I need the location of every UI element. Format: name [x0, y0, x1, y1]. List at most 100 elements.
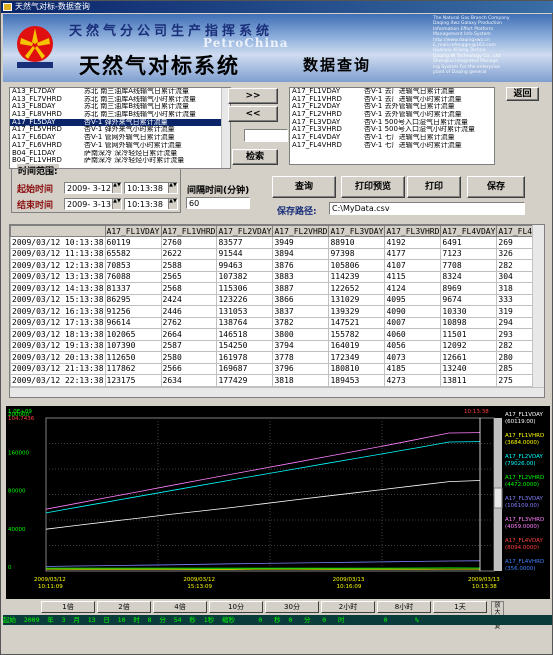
start-time-input[interactable]: 10:13:38 ▲▼ — [124, 182, 178, 194]
table-row[interactable]: 2009/03/13 00:13:38273627373881388443744… — [11, 398, 546, 399]
list-item[interactable]: A13_FL8DAY 苏北 南三油库B线输气日累计流量 — [10, 103, 230, 111]
table-cell: 2009/03/12 15:13:38 — [10, 293, 106, 306]
trend-chart[interactable]: 0 40000 80000 160000 200000 1.0E+09 104.7436 10… — [6, 406, 550, 599]
table-cell: 4090 — [384, 305, 442, 318]
table-cell: 164019 — [328, 339, 386, 352]
list-item[interactable]: A13_FL7VHRD 苏北 南三油库A线输气小时累计流量 — [10, 96, 230, 104]
column-header[interactable]: A17_FL4VDAY — [440, 225, 498, 237]
time-scale-button[interactable]: 4倍 — [153, 601, 207, 613]
table-row[interactable]: 2009/03/12 20:13:38 112650 2580 161978 3778 1… — [10, 351, 544, 364]
start-date-input[interactable]: 2009- 3-12 ▲▼ — [64, 182, 122, 194]
table-cell: 4060 — [384, 328, 442, 341]
print-preview-button[interactable]: 打印预览 — [341, 176, 405, 198]
list-item[interactable]: A17_FL2VHRD 杏V-1 去外管输气小时累计流量 — [290, 111, 494, 119]
table-cell: 123175 — [104, 374, 162, 387]
column-header[interactable]: A17_FL1VHRD — [160, 225, 218, 237]
print-button[interactable]: 打印 — [407, 176, 461, 198]
table-cell: 2009/03/12 19:13:38 — [10, 339, 106, 352]
tag-description: 杏V-1 管网外输气日累计流量 — [84, 134, 175, 142]
list-item[interactable]: A17_FL4VDAY 杏V-1 七厂进输气日累计流量 — [290, 134, 494, 142]
end-time-input[interactable]: 10:13:38 ▲▼ — [124, 198, 178, 210]
list-item[interactable]: A17_FL6VHRD 杏V-1 管网外输气小时累计流量 — [10, 142, 230, 150]
time-scale-button[interactable]: 1天 — [433, 601, 487, 613]
table-row[interactable]: 2009/03/12 16:13:38 91256 2446 131053 3837 13… — [10, 305, 544, 318]
table-cell: 3883 — [272, 270, 330, 283]
list-item[interactable]: A17_FL3VHRD 杏V-1 500号入口湿气小时累计流量 — [290, 126, 494, 134]
end-time-spinner[interactable]: ▲▼ — [168, 199, 177, 209]
table-row[interactable]: 2009/03/12 10:13:38 60119 2760 83577 3949 889… — [10, 236, 544, 249]
table-cell: 4073 — [384, 351, 442, 364]
time-scale-button[interactable]: 1倍 — [41, 601, 95, 613]
legend-series-name: A17_FL2VHRD — [505, 475, 544, 481]
table-cell: 83577 — [216, 236, 274, 249]
column-header[interactable]: A17_FL1VDAY — [104, 225, 162, 237]
start-date-spinner[interactable]: ▲▼ — [112, 183, 121, 193]
list-item[interactable]: A17_FL3VDAY 杏V-1 500号入口湿气日累计流量 — [290, 119, 494, 127]
table-cell: 3884 — [273, 398, 329, 399]
search-button[interactable]: 检索 — [232, 149, 278, 165]
list-item[interactable]: B04_FL1DAY 萨南深冷 深冷轻烃日累计流量 — [10, 150, 230, 158]
save-path-input[interactable]: C:\MyData.csv — [329, 202, 525, 215]
list-item[interactable]: A17_FL6DAY 杏V-1 管网外输气日累计流量 — [10, 134, 230, 142]
end-time-value: 10:13:38 — [127, 200, 163, 209]
banner-query-label: 数据查询 — [303, 56, 372, 74]
table-cell: 172349 — [328, 351, 386, 364]
table-cell: 91256 — [104, 305, 162, 318]
end-date-spinner[interactable]: ▲▼ — [112, 199, 121, 209]
table-cell: 96614 — [104, 316, 162, 329]
time-scale-button[interactable]: 30分 — [265, 601, 319, 613]
time-scale-button[interactable]: 2小时 — [321, 601, 375, 613]
table-row[interactable]: 2009/03/12 11:13:38 65582 2622 91544 3894 973… — [10, 247, 544, 260]
selected-tags-list[interactable]: A17_FL1VDAY 杏V-1 去厂进输气日累计流量 A17_FL1VHRD 杏V-… — [289, 87, 495, 165]
tag-description: 杏V-1 管网外输气小时累计流量 — [84, 141, 182, 149]
table-cell: 147521 — [328, 316, 386, 329]
remove-tag-button[interactable]: << — [228, 106, 278, 122]
column-header[interactable] — [10, 225, 106, 237]
list-item[interactable]: A13_FL8VHRD 苏北 南三油库B线输气小时累计流量 — [10, 111, 230, 119]
column-header[interactable]: A17_FL3VDAY — [328, 225, 386, 237]
grid-vertical-scrollbar[interactable] — [532, 225, 544, 397]
table-cell: 2009/03/12 20:13:38 — [10, 351, 106, 364]
list-item[interactable]: A17_FL1VHRD 杏V-1 去厂进输气小时累计流量 — [290, 96, 494, 104]
table-row[interactable]: 2009/03/12 22:13:38 123175 2634 177429 3818 1… — [10, 374, 544, 387]
column-header[interactable]: A17_FL3VHRD — [384, 225, 442, 237]
end-date-input[interactable]: 2009- 3-13 ▲▼ — [64, 198, 122, 210]
tag-code: A13_FL7DAY — [12, 88, 56, 95]
legend-series-value: (356.0000) — [505, 566, 536, 572]
time-scale-button[interactable]: 10分 — [209, 601, 263, 613]
start-time-spinner[interactable]: ▲▼ — [168, 183, 177, 193]
time-scale-button[interactable]: 8小时 — [377, 601, 431, 613]
save-button[interactable]: 保存 — [467, 176, 525, 198]
legend-series-name: A17_FL4VHRD — [505, 559, 544, 565]
table-cell: 122652 — [328, 282, 386, 295]
interval-input[interactable]: 60 — [186, 197, 250, 209]
column-header[interactable]: A17_FL2VDAY — [216, 225, 274, 237]
table-row[interactable]: 2009/03/12 21:13:38 117862 2566 169687 3796 1… — [10, 362, 544, 375]
table-row[interactable]: 2009/03/12 15:13:38 86295 2424 123226 3866 13… — [10, 293, 544, 306]
add-tag-button[interactable]: >> — [228, 88, 278, 104]
table-row[interactable]: 2009/03/12 19:13:38 107390 2587 154250 3794 1… — [10, 339, 544, 352]
back-button[interactable]: 返回 — [506, 87, 539, 101]
search-input[interactable] — [244, 129, 288, 142]
list-item[interactable]: A13_FL7DAY 苏北 南三油库A线输气日累计流量 — [10, 88, 230, 96]
table-cell: 102065 — [104, 328, 162, 341]
time-scale-button[interactable]: 2倍 — [97, 601, 151, 613]
table-row[interactable]: 2009/03/12 12:13:38 70853 2588 99463 3876 105… — [10, 259, 544, 272]
grid-horizontal-scrollbar[interactable] — [10, 387, 544, 397]
available-tags-list[interactable]: A13_FL7DAY 苏北 南三油库A线输气日累计流量 A13_FL7VHRD 苏北 … — [9, 87, 231, 169]
list-item[interactable]: A17_FL1VDAY 杏V-1 去厂进输气日累计流量 — [290, 88, 494, 96]
table-row[interactable]: 2009/03/12 17:13:38 96614 2762 138764 3782 14… — [10, 316, 544, 329]
column-header[interactable]: A17_FL2VHRD — [272, 225, 330, 237]
table-row[interactable]: 2009/03/12 13:13:38 76088 2565 107382 3883 11… — [10, 270, 544, 283]
tag-description: 杏V-1 七厂进输气日累计流量 — [364, 134, 455, 142]
list-item[interactable]: A17_FL5DAY 杏V-1 弹外来气日累计流量 — [10, 118, 230, 127]
data-grid[interactable]: A17_FL1VDAY A17_FL1VHRD A17_FL2VDAY A17_FL2… — [9, 224, 545, 398]
table-row[interactable]: 2009/03/12 18:13:38 102065 2664 146518 3800 1… — [10, 328, 544, 341]
list-item[interactable]: A17_FL4VHRD 杏V-1 七厂进输气小时累计流量 — [290, 142, 494, 150]
list-item[interactable]: A17_FL5VHRD 杏V-1 弹外来气小时累计流量 — [10, 126, 230, 134]
list-item[interactable]: A17_FL2VDAY 杏V-1 去外管输气日累计流量 — [290, 103, 494, 111]
table-row[interactable]: 2009/03/12 14:13:38 81337 2568 115306 3887 12… — [10, 282, 544, 295]
query-button[interactable]: 查询 — [272, 176, 336, 198]
tag-code: A17_FL3VHRD — [292, 126, 342, 134]
table-cell: 255 — [497, 398, 545, 399]
